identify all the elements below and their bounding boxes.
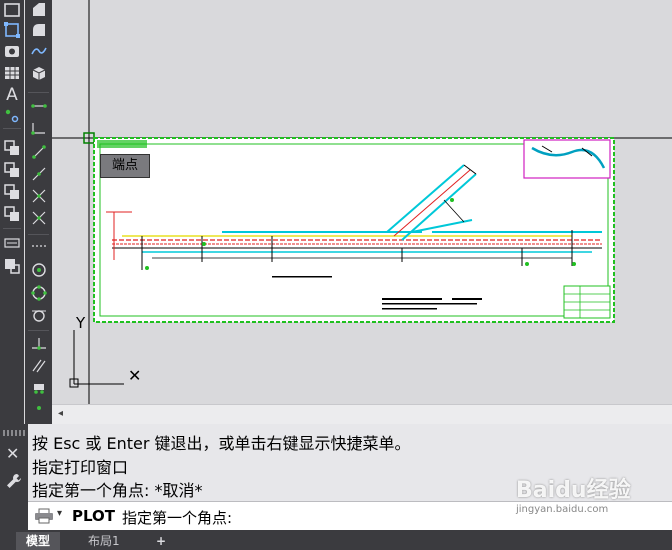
block-icon[interactable]: [2, 234, 22, 254]
watermark: Baidu经验 jingyan.baidu.com: [516, 478, 631, 515]
location-map: [523, 139, 611, 179]
copy-icon[interactable]: [2, 138, 22, 158]
angle-icon[interactable]: [29, 164, 49, 184]
command-window-handle[interactable]: ✕: [0, 424, 28, 530]
extension-icon[interactable]: [29, 236, 49, 256]
center-icon[interactable]: [29, 260, 49, 280]
dim-linear-icon[interactable]: [29, 96, 49, 116]
region-icon[interactable]: [2, 20, 22, 40]
ucs-icon: [69, 330, 124, 388]
node-icon[interactable]: [29, 398, 49, 418]
grip-handle[interactable]: [3, 430, 25, 436]
tab-model[interactable]: 模型: [16, 532, 61, 550]
insertion-icon[interactable]: [29, 378, 49, 398]
insert-icon[interactable]: [2, 256, 22, 276]
table-icon[interactable]: [2, 63, 22, 83]
title-block: [563, 285, 611, 319]
add-tab-button[interactable]: +: [146, 532, 176, 550]
text-icon[interactable]: A: [2, 85, 22, 105]
ucs-y-label: Y: [76, 314, 86, 332]
scroll-left-arrow-icon[interactable]: ◂: [58, 408, 63, 419]
line-snap-icon[interactable]: [29, 142, 49, 162]
current-command: PLOT: [72, 507, 116, 525]
dim-aligned-icon[interactable]: [29, 118, 49, 138]
apparent-intersection-icon[interactable]: [29, 208, 49, 228]
blend-icon[interactable]: [29, 41, 49, 61]
camera-icon[interactable]: [2, 41, 22, 61]
layout-tabs: 模型 布局1 +: [0, 530, 672, 550]
close-icon[interactable]: ✕: [6, 444, 19, 463]
command-history-line-3: 指定第一个角点: *取消*: [32, 481, 203, 500]
3d-box-icon[interactable]: [29, 63, 49, 83]
intersection-icon[interactable]: [29, 186, 49, 206]
printer-icon[interactable]: [34, 508, 54, 528]
chevron-down-icon[interactable]: ▾: [57, 508, 62, 519]
quadrant-icon[interactable]: [29, 283, 49, 303]
tangent-icon[interactable]: [29, 305, 49, 325]
rectangle-icon[interactable]: [2, 0, 22, 20]
draw-toolbar: A: [0, 0, 24, 424]
command-history-line-2: 指定打印窗口: [32, 458, 129, 477]
wrench-icon[interactable]: [5, 472, 23, 494]
tab-layout1[interactable]: 布局1: [78, 532, 130, 550]
perpendicular-icon[interactable]: [29, 334, 49, 354]
mirror-icon[interactable]: [2, 160, 22, 180]
current-prompt: 指定第一个角点:: [122, 509, 233, 527]
command-input[interactable]: ▾ PLOT 指定第一个角点: Baidu经验 jingyan.baidu.co…: [28, 478, 672, 531]
parallel-icon[interactable]: [29, 356, 49, 376]
point-icon[interactable]: [2, 105, 22, 125]
snap-tooltip: 端点: [100, 154, 150, 178]
fillet-icon[interactable]: [29, 20, 49, 40]
horizontal-scrollbar[interactable]: [52, 404, 672, 425]
offset-icon[interactable]: [2, 182, 22, 202]
command-history-line-1: 按 Esc 或 Enter 键退出，或单击右键显示快捷菜单。: [32, 434, 411, 453]
chamfer-icon[interactable]: [29, 0, 49, 20]
sheet-header: [97, 140, 147, 148]
ucs-x-label: ✕: [128, 366, 142, 385]
modify-toolbar: [25, 0, 52, 424]
array-icon[interactable]: [2, 204, 22, 224]
drawing-canvas[interactable]: 端点 Y ✕: [52, 0, 672, 404]
